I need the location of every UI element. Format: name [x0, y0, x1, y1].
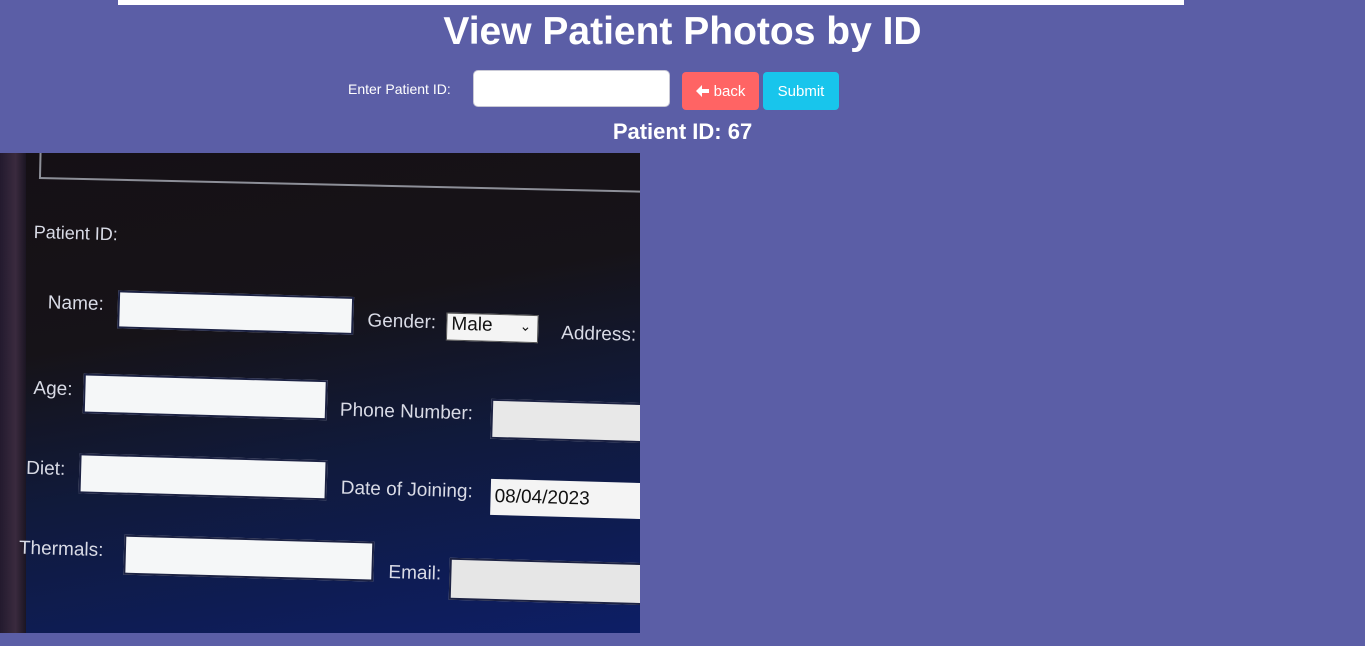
photo-date-value: 08/04/2023: [494, 485, 590, 510]
photo-date-field: 08/04/2023: [490, 478, 640, 520]
photo-form-content: Patient ID: Name: Gender: Male ⌄ Address…: [0, 153, 640, 633]
back-button[interactable]: back: [682, 72, 759, 110]
submit-button[interactable]: Submit: [763, 72, 839, 110]
photo-label-address: Address:: [560, 322, 637, 346]
top-strip: [0, 0, 1365, 6]
photo-gender-select: Male ⌄: [445, 312, 539, 344]
photo-name-box: [117, 290, 355, 335]
chevron-down-icon: ⌄: [519, 317, 532, 334]
photo-label-gender: Gender:: [367, 310, 437, 334]
photo-label-patient-id: Patient ID:: [33, 221, 119, 245]
patient-id-heading: Patient ID: 67: [612, 119, 753, 144]
photo-label-thermals: Thermals:: [18, 537, 104, 562]
photo-phone-box: [490, 398, 640, 444]
photo-label-email: Email:: [388, 562, 442, 585]
photo-label-date-of-joining: Date of Joining:: [340, 477, 474, 503]
photo-email-box: [448, 557, 640, 606]
back-button-label: back: [713, 82, 746, 100]
photo-thermals-box: [123, 534, 375, 582]
photo-label-diet: Diet:: [25, 457, 66, 480]
top-strip-bar: [118, 0, 1184, 5]
photo-age-box: [82, 373, 328, 421]
photo-label-phone: Phone Number:: [339, 399, 474, 425]
photo-label-name: Name:: [47, 292, 105, 315]
patient-id-input[interactable]: [473, 70, 670, 107]
page-title: View Patient Photos by ID: [443, 10, 922, 53]
patient-id-label: Enter Patient ID:: [348, 81, 451, 97]
photo-label-age: Age:: [33, 378, 73, 401]
patient-photo: Patient ID: Name: Gender: Male ⌄ Address…: [0, 153, 640, 633]
photo-diet-box: [78, 453, 328, 501]
photo-gender-value: Male: [451, 313, 493, 336]
arrow-left-icon: [695, 85, 709, 97]
